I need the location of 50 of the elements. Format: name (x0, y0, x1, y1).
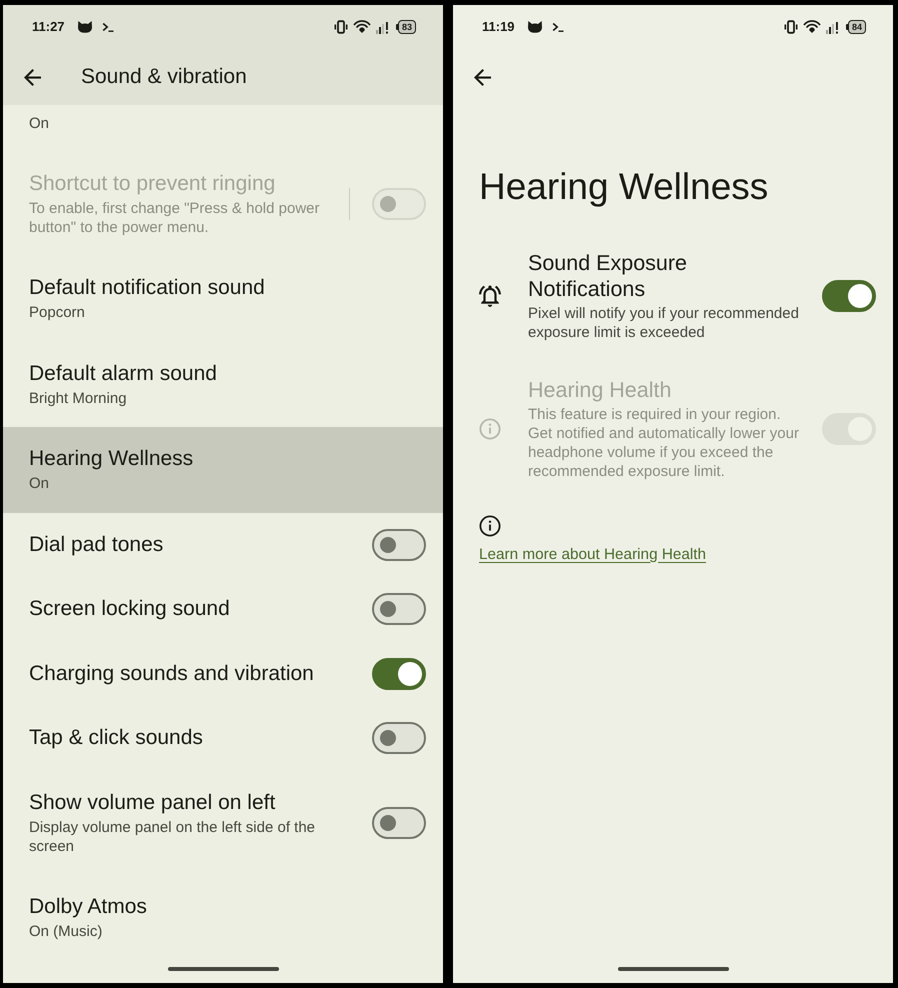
wifi-icon (802, 20, 821, 34)
vibrate-icon (334, 20, 348, 34)
battery-indicator: 84 (846, 20, 866, 34)
info-icon (479, 515, 501, 537)
page-title: Hearing Wellness (479, 165, 770, 209)
info-icon (479, 418, 501, 440)
app-bar-title: Sound & vibration (81, 64, 247, 90)
bell-icon (479, 285, 501, 307)
setting-summary: To enable, first change "Press & hold power button" to the power menu. (29, 198, 320, 237)
setting-summary: On (Music) (29, 922, 104, 942)
setting-title[interactable]: Screen locking sound (29, 596, 356, 622)
toggle-switch[interactable] (822, 280, 876, 312)
vibrate-icon (784, 20, 798, 34)
toggle-switch[interactable] (372, 658, 426, 690)
signal-icon (376, 20, 388, 34)
setting-title[interactable]: Tap & click sounds (29, 725, 356, 752)
gesture-handle[interactable] (618, 967, 728, 971)
terminal-icon (552, 22, 564, 32)
gesture-handle[interactable] (168, 967, 278, 971)
setting-summary: This feature is required in your region. Get notified and automatically lower your headphone volume if you exceed the recommended exposure limit. (528, 405, 800, 481)
highlighted-row[interactable]: Hearing Wellness On (3, 427, 443, 512)
setting-summary: On (29, 114, 50, 133)
setting-title[interactable]: Hearing Wellness (29, 446, 426, 472)
setting-summary: Bright Morning (29, 388, 128, 408)
setting-summary: Display volume panel on the left side of the screen (29, 818, 316, 856)
setting-title[interactable]: Charging sounds and vibration (29, 660, 356, 687)
toggle-switch[interactable] (372, 722, 426, 754)
learn-more-link[interactable]: Learn more about Hearing Health (479, 544, 706, 564)
back-arrow-icon[interactable] (474, 68, 491, 86)
battery-indicator: 83 (396, 20, 416, 34)
terminal-icon (102, 22, 114, 32)
setting-summary: Pixel will notify you if your recommended exposure limit is exceeded (528, 304, 800, 342)
setting-title[interactable]: Sound Exposure Notifications (528, 250, 806, 302)
toggle-switch[interactable] (372, 528, 426, 561)
back-arrow-icon[interactable] (24, 68, 41, 86)
setting-summary: On (29, 474, 50, 494)
setting-title[interactable]: Dial pad tones (29, 532, 356, 558)
setting-title[interactable]: Default notification sound (29, 275, 426, 302)
status-time: 11:19 (482, 19, 515, 35)
setting-summary: Popcorn (29, 303, 86, 322)
setting-title[interactable]: Default alarm sound (29, 360, 426, 387)
toggle-switch[interactable] (372, 806, 426, 839)
cat-face-icon (526, 20, 543, 34)
toggle-switch[interactable] (372, 593, 426, 626)
cat-face-icon (76, 20, 93, 34)
status-time: 11:27 (32, 19, 65, 35)
signal-icon (826, 20, 838, 34)
wifi-icon (352, 20, 371, 34)
setting-title[interactable]: Show volume panel on left (29, 790, 356, 816)
setting-title[interactable]: Dolby Atmos (29, 894, 426, 920)
